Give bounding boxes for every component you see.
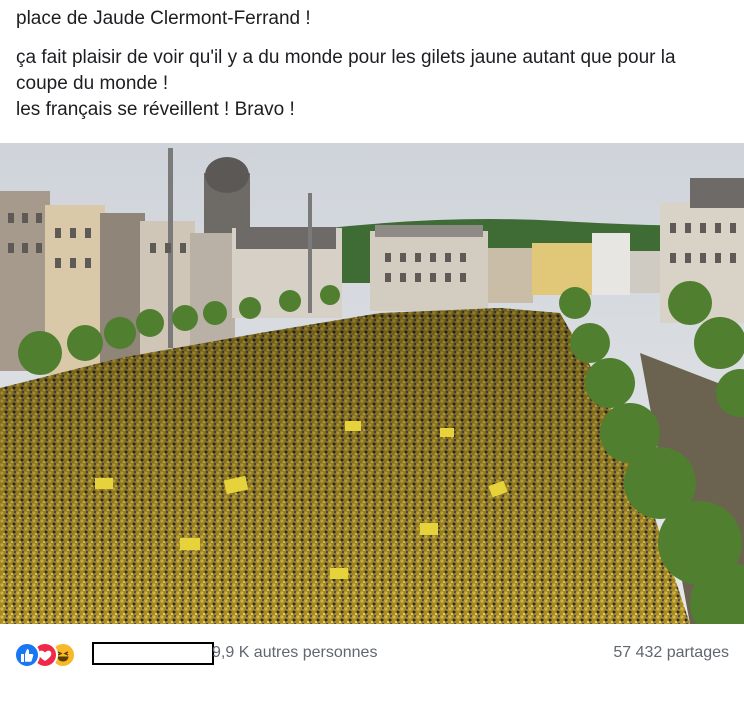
post-text-line-3: les français se réveillent ! Bravo ! [16, 99, 295, 120]
shares-count[interactable]: 57 432 partages [613, 644, 729, 662]
others-count[interactable]: 9,9 K autres personnes [212, 644, 377, 662]
post-text: place de Jaude Clermont-Ferrand ! ça fai… [16, 6, 732, 123]
post-text-line-2: ça fait plaisir de voir qu'il y a du mon… [16, 47, 676, 94]
redacted-names-box [92, 642, 214, 665]
post-photo[interactable] [0, 143, 744, 624]
post-text-line-1: place de Jaude Clermont-Ferrand ! [16, 8, 311, 29]
reactions-bar: 9,9 K autres personnes 57 432 partages [0, 624, 744, 684]
reaction-icons[interactable] [14, 642, 90, 668]
like-icon [14, 642, 40, 668]
